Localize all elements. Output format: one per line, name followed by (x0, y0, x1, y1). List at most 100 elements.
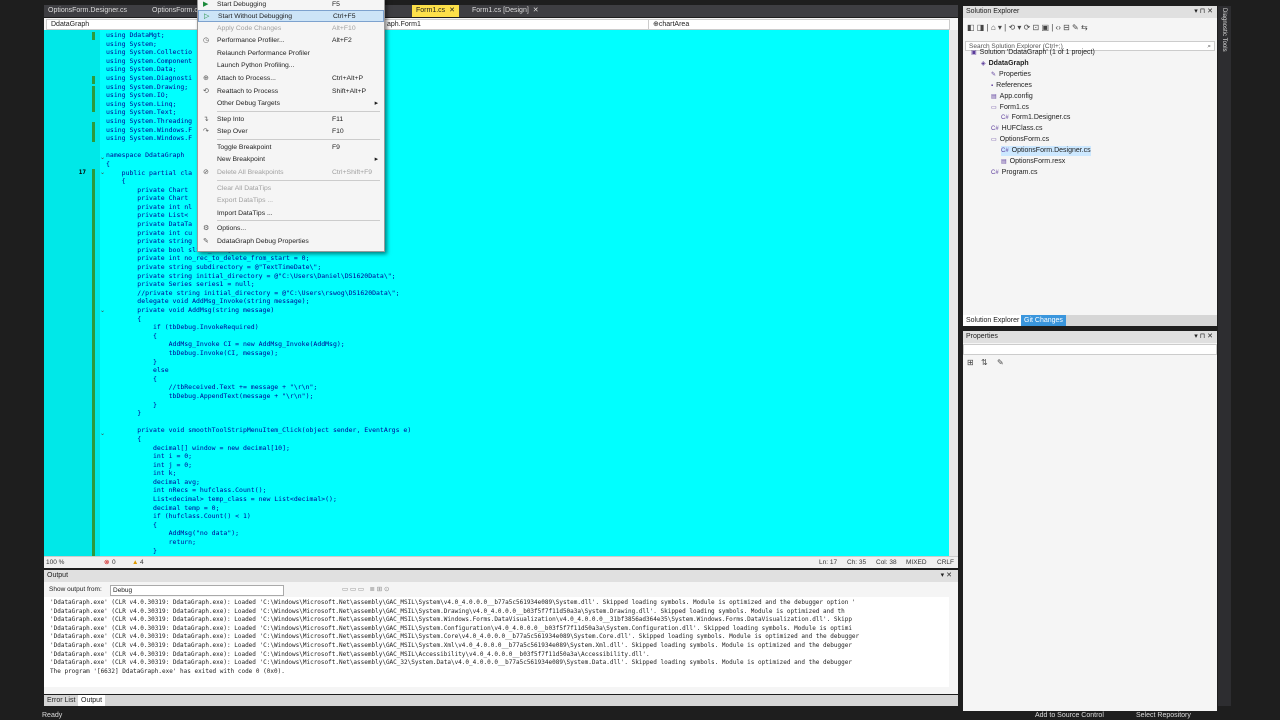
output-text[interactable]: 'DdataGraph.exe' (CLR v4.0.30319: DdataG… (44, 597, 949, 687)
menu-item-other-debug-targets[interactable]: Other Debug Targets ▸ (198, 98, 384, 110)
tab-solution-explorer[interactable]: Solution Explorer (963, 315, 1023, 326)
menu-item-reattach-to-process[interactable]: ⟲ Reattach to Process Shift+Alt+P (198, 86, 384, 98)
add-source-control[interactable]: Add to Source Control (1035, 711, 1104, 720)
tab-optionsform-designer[interactable]: OptionsForm.Designer.cs (44, 5, 131, 17)
collapse-icon[interactable]: ⌄ (100, 154, 105, 161)
tree-item-label: References (996, 81, 1032, 89)
error-count[interactable]: 0 (112, 557, 116, 568)
menu-item-label: Attach to Process... (217, 75, 276, 82)
code-line: int i = 0; (106, 452, 193, 461)
tab-error-list[interactable]: Error List (44, 695, 78, 706)
menu-item-shortcut: Ctrl+Shift+F9 (332, 169, 373, 176)
tree-item[interactable]: C# Form1.Designer.cs (1001, 113, 1070, 123)
menu-item-clear-all-datatips[interactable]: Clear All DataTips (198, 183, 384, 195)
menu-item-shortcut: Shift+Alt+P (332, 88, 367, 95)
output-line: 'DdataGraph.exe' (CLR v4.0.30319: DdataG… (50, 642, 852, 649)
menu-item-attach-to-process[interactable]: ⊕ Attach to Process... Ctrl+Alt+P (198, 73, 384, 85)
tab-output[interactable]: Output (78, 695, 106, 706)
member-dropdown[interactable]: ⊕chartArea (648, 19, 950, 30)
collapse-icon[interactable]: ⌄ (100, 307, 105, 314)
menu-item-options[interactable]: ⚙ Options... (198, 223, 384, 235)
menu-item-toggle-breakpoint[interactable]: Toggle Breakpoint F9 (198, 142, 384, 154)
tree-item[interactable]: ▣ Solution 'DdataGraph' (1 of 1 project) (971, 48, 1095, 58)
menu-item-step-into[interactable]: ↴ Step Into F11 (198, 114, 384, 126)
categorized-icon[interactable]: ⊞ (967, 358, 974, 367)
menu-item-new-breakpoint[interactable]: New Breakpoint ▸ (198, 154, 384, 166)
menu-item-shortcut: F10 (332, 128, 344, 135)
solution-explorer-title-bar: Solution Explorer ▾ ⊓ ✕ (963, 6, 1217, 18)
tree-item[interactable]: C# OptionsForm.Designer.cs (1001, 146, 1091, 157)
menu-item-label: Step Over (217, 128, 248, 135)
alphabetical-icon[interactable]: ⇅ (981, 358, 988, 367)
menu-item-ddatagraph-debug-properties[interactable]: ✎ DdataGraph Debug Properties (198, 236, 384, 248)
tree-item[interactable]: C# Program.cs (991, 168, 1037, 178)
tree-item[interactable]: ▭ OptionsForm.cs (991, 135, 1049, 145)
tab-form1-cs[interactable]: Form1.cs ✕ (412, 5, 460, 17)
tree-item[interactable]: ▤ OptionsForm.resx (1001, 157, 1065, 167)
tree-item-label: App.config (999, 92, 1033, 100)
code-line: { (106, 434, 142, 443)
properties-object-select[interactable] (963, 344, 1217, 355)
close-icon[interactable]: ✕ (533, 7, 539, 14)
change-marker (92, 86, 95, 112)
editor-vertical-scrollbar[interactable] (949, 30, 958, 556)
change-marker (92, 76, 95, 84)
menu-item-shortcut: F9 (332, 144, 340, 151)
pin-icon[interactable]: ▾ ✕ (941, 570, 952, 582)
select-repository[interactable]: Select Repository (1136, 711, 1191, 720)
tree-item[interactable]: ▪ References (991, 81, 1032, 91)
tree-item-label: Form1.cs (999, 103, 1029, 111)
tree-item-label: Form1.Designer.cs (1011, 114, 1071, 122)
tab-form1-design[interactable]: Form1.cs [Design] ✕ (468, 5, 543, 17)
close-icon[interactable]: ✕ (449, 7, 455, 14)
menu-item-relaunch-performance-profiler[interactable]: Relaunch Performance Profiler (198, 48, 384, 60)
solution-explorer-tabs: Solution Explorer Git Changes (963, 315, 1217, 326)
menu-item-delete-all-breakpoints[interactable]: ⊘ Delete All Breakpoints Ctrl+Shift+F9 (198, 167, 384, 179)
panel-controls-icon[interactable]: ▾ ⊓ ✕ (1194, 331, 1213, 343)
tree-item[interactable]: ▭ Form1.cs (991, 103, 1029, 113)
menu-item-label: Launch Python Profiling... (217, 62, 295, 69)
menu-item-start-without-debugging[interactable]: ▷ Start Without Debugging Ctrl+F5 (198, 10, 384, 22)
properties-title-bar: Properties ▾ ⊓ ✕ (963, 331, 1217, 343)
collapse-icon[interactable]: ⌄ (100, 430, 105, 437)
show-output-from-select[interactable]: Debug (110, 585, 284, 596)
class-dropdown[interactable]: aph.Form1 (382, 19, 650, 30)
project-dropdown[interactable]: DdataGraph (46, 19, 202, 30)
step-into-icon: ↴ (203, 116, 209, 123)
toolbar-icons[interactable]: ◧ ◨ | ⌂ ▾ | ⟲ ▾ ⟳ ⊡ ▣ | ‹› ⊟ ✎ ⇆ (967, 23, 1088, 32)
menu-item-shortcut: Ctrl+F5 (333, 13, 356, 20)
output-line: The program '[6632] DdataGraph.exe' has … (50, 667, 285, 675)
code-line: { (106, 331, 157, 340)
tree-item-label: OptionsForm.cs (999, 136, 1050, 144)
collapse-icon[interactable]: ⌄ (100, 169, 105, 176)
code-line: private void AddMsg(string message) (106, 306, 275, 314)
warning-count[interactable]: 4 (140, 557, 144, 568)
properties-title: Properties (966, 333, 998, 340)
mixed-indicator[interactable]: MIXED (906, 557, 927, 568)
panel-controls-icon[interactable]: ▾ ⊓ ✕ (1194, 6, 1213, 18)
menu-item-export-datatips[interactable]: Export DataTips ... (198, 195, 384, 207)
output-line: 'DdataGraph.exe' (CLR v4.0.30319: DdataG… (50, 633, 860, 641)
tree-item[interactable]: ◈ DdataGraph (981, 59, 1029, 69)
wrench-icon[interactable]: ✎ (997, 358, 1004, 367)
tab-optionsform[interactable]: OptionsForm.c (148, 5, 202, 17)
code-editor[interactable]: 17 ⌄ ⌄ ⌄ ⌄ using DdataMgt; using System; u… (44, 30, 949, 556)
tree-item[interactable]: ✎ Properties (991, 70, 1031, 80)
tab-git-changes[interactable]: Git Changes (1021, 315, 1066, 326)
code-line: private Series series1 = null; (106, 280, 255, 289)
diagnostic-tools-tab[interactable]: Diagnostic Tools (1221, 8, 1227, 52)
change-marker (92, 32, 95, 40)
code-line: } (106, 357, 157, 366)
menu-item-label: Export DataTips ... (217, 197, 274, 204)
menu-item-launch-python-profiling[interactable]: Launch Python Profiling... (198, 60, 384, 72)
tree-item[interactable]: C# HUFClass.cs (991, 124, 1043, 134)
menu-item-step-over[interactable]: ↷ Step Over F10 (198, 126, 384, 138)
menu-item-apply-code-changes[interactable]: Apply Code Changes Alt+F10 (198, 23, 384, 35)
eol-indicator[interactable]: CRLF (937, 557, 954, 568)
tree-item[interactable]: ▤ App.config (991, 92, 1033, 102)
bottom-panel-tabs: Error List Output (44, 695, 958, 706)
references-icon: ▪ (991, 82, 994, 89)
menu-item-import-datatips[interactable]: Import DataTips ... (198, 208, 384, 220)
menu-item-performance-profiler[interactable]: ◷ Performance Profiler... Alt+F2 (198, 35, 384, 47)
zoom-level[interactable]: 100 % (46, 557, 64, 568)
